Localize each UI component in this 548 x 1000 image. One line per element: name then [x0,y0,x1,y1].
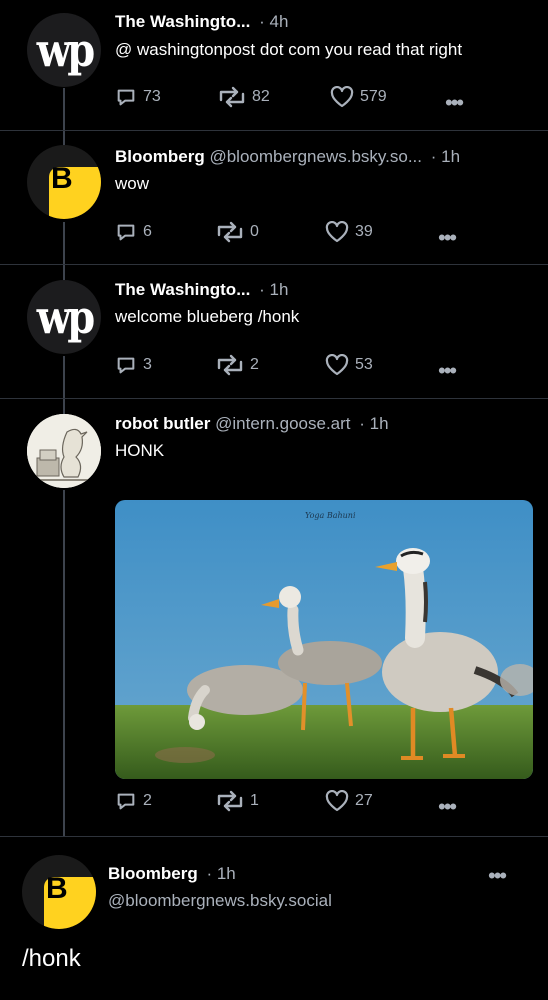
like-button[interactable]: 579 [330,86,387,108]
repost-count: 2 [250,356,259,373]
heart-icon [330,86,354,108]
reply-bubble-icon [117,224,135,241]
like-count: 579 [360,88,387,105]
author-name[interactable]: robot butler [115,414,210,433]
post-text: /honk [22,945,81,972]
goose-robot-avatar-icon [27,414,101,488]
post-washington-1[interactable]: wp The Washingto... · 4h @ washingtonpos… [0,0,548,130]
author-name[interactable]: Bloomberg [115,147,205,166]
focused-post[interactable]: B Bloomberg · 1h @bloombergnews.bsky.soc… [0,837,548,1000]
avatar[interactable]: wp [27,13,101,87]
like-count: 53 [355,356,373,373]
post-time: · 1h [359,414,389,433]
more-dots-icon[interactable]: ••• [445,92,464,114]
like-button[interactable]: 27 [325,790,373,812]
reply-bubble-icon [117,89,135,106]
more-dots-icon[interactable]: ••• [438,360,457,382]
reply-count: 6 [143,223,152,240]
heart-icon [325,790,349,812]
repost-button[interactable]: 0 [216,221,259,243]
avatar[interactable]: B [27,145,101,219]
avatar[interactable] [27,414,101,488]
author-name[interactable]: Bloomberg [108,864,198,883]
repost-arrows-icon [217,790,243,812]
avatar[interactable]: wp [27,280,101,354]
reply-bubble-icon [117,793,135,810]
reply-bubble-icon [117,357,135,374]
author-handle[interactable]: @intern.goose.art [215,414,350,433]
heart-icon [325,221,349,243]
author-handle[interactable]: @bloombergnews.bsky.social [108,891,332,911]
image-watermark: Yoga Bahuni [305,511,356,520]
reply-count: 73 [143,88,161,105]
like-count: 39 [355,223,373,240]
post-text: HONK [115,441,165,460]
more-dots-icon[interactable]: ••• [488,865,507,887]
post-bloomberg-1[interactable]: B Bloomberg @bloombergnews.bsky.so... · … [0,131,548,264]
post-time: · 1h [206,864,236,883]
reply-button[interactable]: 2 [115,790,152,812]
reply-button[interactable]: 73 [115,86,161,108]
reply-count: 3 [143,356,152,373]
post-text: welcome blueberg /honk [115,307,300,326]
post-time: · 1h [259,280,289,299]
author-name[interactable]: The Washingto... [115,280,250,299]
avatar[interactable]: B [22,855,96,929]
like-count: 27 [355,792,373,809]
repost-button[interactable]: 2 [216,354,259,376]
like-button[interactable]: 39 [325,221,373,243]
post-washington-2[interactable]: wp The Washingto... · 1h welcome blueber… [0,265,548,398]
post-text: wow [115,174,150,193]
more-dots-icon[interactable]: ••• [438,227,457,249]
post-time: · 1h [430,147,461,166]
repost-count: 1 [250,792,259,809]
repost-count: 82 [252,88,270,105]
repost-arrows-icon [217,221,243,243]
repost-count: 0 [250,223,259,240]
reply-count: 2 [143,792,152,809]
like-button[interactable]: 53 [325,354,373,376]
post-time: · 4h [259,12,289,31]
post-image[interactable]: Yoga Bahuni [115,500,533,779]
author-handle[interactable]: @bloombergnews.bsky.so... [209,147,422,166]
heart-icon [325,354,349,376]
more-dots-icon[interactable]: ••• [438,796,457,818]
post-text: @ washingtonpost dot com you read that r… [115,40,463,59]
reply-button[interactable]: 6 [115,221,152,243]
reply-button[interactable]: 3 [115,354,152,376]
repost-button[interactable]: 1 [216,790,259,812]
repost-arrows-icon [219,86,245,108]
repost-arrows-icon [217,354,243,376]
geese-photo: Yoga Bahuni [115,500,533,779]
repost-button[interactable]: 82 [218,86,270,108]
author-name[interactable]: The Washingto... [115,12,250,31]
